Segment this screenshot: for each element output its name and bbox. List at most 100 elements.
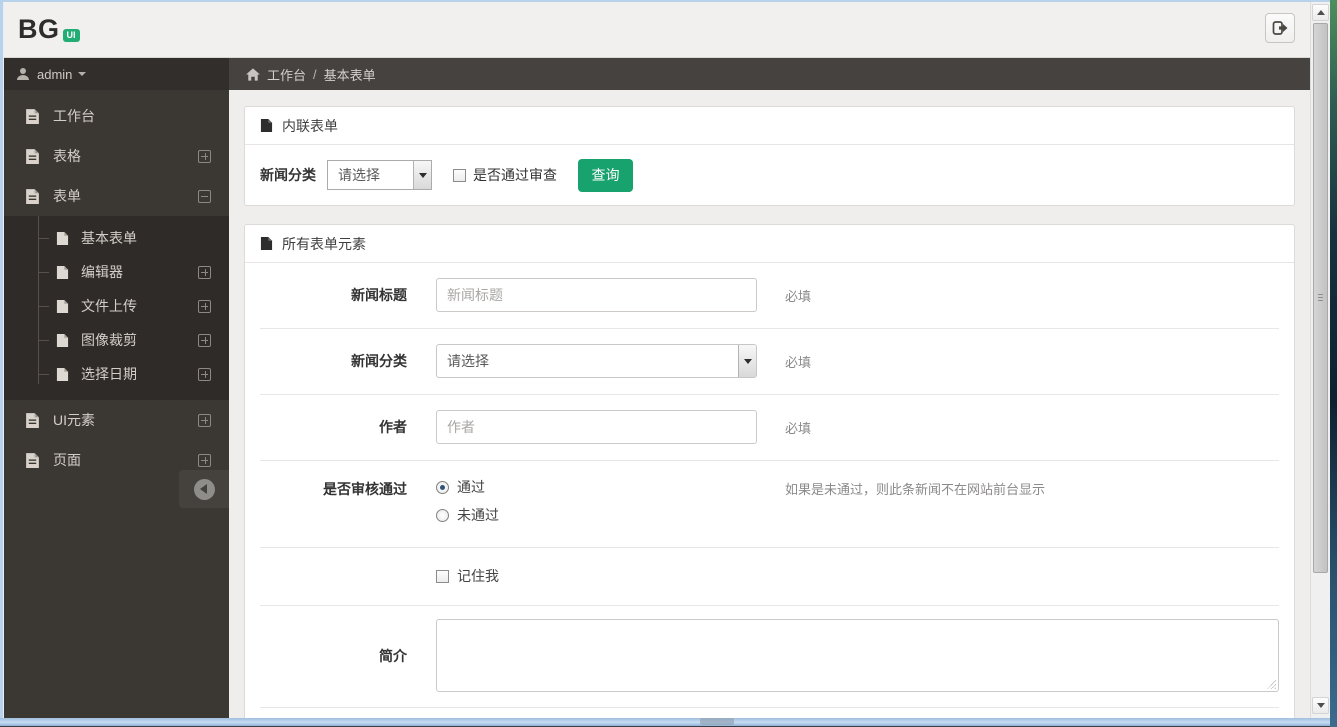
vertical-scrollbar[interactable] bbox=[1310, 2, 1330, 718]
file-icon bbox=[26, 108, 39, 124]
sidebar-subitem-image-crop[interactable]: 图像裁剪 bbox=[4, 323, 229, 357]
logo-ui-badge: UI bbox=[62, 29, 80, 42]
sidebar-subitem-date-picker[interactable]: 选择日期 bbox=[4, 357, 229, 391]
logout-icon bbox=[1272, 21, 1287, 35]
sidebar-item-tables[interactable]: 表格 bbox=[4, 136, 229, 176]
dropdown-arrow-button[interactable] bbox=[413, 161, 431, 189]
intro-label: 简介 bbox=[379, 647, 407, 664]
required-hint: 必填 bbox=[785, 354, 812, 370]
sidebar-submenu-forms: 基本表单 编辑器 文件上传 图像裁剪 选择日期 bbox=[4, 216, 229, 400]
sidebar-subitem-editor[interactable]: 编辑器 bbox=[4, 255, 229, 289]
breadcrumb-current: 基本表单 bbox=[323, 67, 376, 83]
expand-plus-icon[interactable] bbox=[198, 367, 211, 381]
radio-unselected[interactable] bbox=[436, 508, 449, 522]
checkbox[interactable] bbox=[436, 569, 449, 583]
logo-text: BG bbox=[18, 14, 60, 44]
file-icon bbox=[260, 237, 273, 250]
file-icon bbox=[56, 299, 69, 313]
review-note: 如果是未通过，则此条新闻不在网站前台显示 bbox=[785, 482, 1046, 497]
panel-header: 内联表单 bbox=[245, 107, 1294, 145]
file-icon bbox=[26, 412, 39, 428]
file-icon bbox=[56, 265, 69, 279]
news-category-filter-select[interactable]: 请选择 bbox=[327, 160, 432, 190]
checkbox[interactable] bbox=[453, 168, 466, 182]
news-category-label: 新闻分类 bbox=[260, 167, 316, 183]
scrollbar-thumb[interactable] bbox=[1313, 23, 1328, 573]
collapse-minus-icon[interactable] bbox=[198, 189, 211, 203]
expand-plus-icon[interactable] bbox=[198, 265, 211, 279]
expand-plus-icon[interactable] bbox=[198, 413, 211, 427]
resize-grip-icon[interactable] bbox=[1267, 680, 1276, 689]
select-value: 请选择 bbox=[447, 353, 489, 369]
sidebar-collapse-button[interactable] bbox=[179, 470, 229, 508]
logout-button[interactable] bbox=[1265, 13, 1295, 43]
panel-title: 所有表单元素 bbox=[282, 235, 366, 252]
review-radio-group: 通过 未通过 bbox=[436, 477, 757, 525]
file-icon bbox=[26, 188, 39, 204]
triangle-down-icon bbox=[1316, 703, 1325, 708]
sidebar-nav: 工作台 表格 表单 基本表单 编辑器 文件上传 图像裁剪 选择日期 UI元素 页… bbox=[4, 90, 229, 480]
breadcrumb: 工作台 / 基本表单 bbox=[229, 58, 1310, 90]
expand-plus-icon[interactable] bbox=[198, 333, 211, 347]
window-bottom-frame bbox=[0, 718, 1330, 727]
expand-plus-icon[interactable] bbox=[198, 149, 211, 163]
home-icon bbox=[246, 67, 260, 81]
sidebar: admin 工作台 表格 表单 基本表单 编辑器 文件上传 图像裁剪 选择日期 … bbox=[4, 58, 229, 718]
query-button[interactable]: 查询 bbox=[578, 158, 633, 192]
required-hint: 必填 bbox=[785, 288, 812, 304]
breadcrumb-home[interactable]: 工作台 bbox=[267, 65, 306, 84]
form-row-news-category: 新闻分类 请选择 必填 bbox=[245, 329, 1294, 394]
arrow-circle-left-icon bbox=[193, 478, 215, 500]
panel-header: 所有表单元素 bbox=[245, 225, 1294, 263]
radio-option-fail[interactable]: 未通过 bbox=[436, 505, 757, 525]
inline-form-body: 新闻分类 请选择 是否通过审查 查询 bbox=[245, 145, 1294, 205]
sidebar-subitem-file-upload[interactable]: 文件上传 bbox=[4, 289, 229, 323]
chevron-down-icon bbox=[418, 172, 427, 178]
inline-form-panel: 内联表单 新闻分类 请选择 是否通过审查 查询 bbox=[244, 106, 1295, 206]
radio-option-pass[interactable]: 通过 bbox=[436, 477, 757, 497]
news-title-label: 新闻标题 bbox=[351, 287, 407, 303]
divider bbox=[260, 707, 1279, 708]
app-logo: BG UI bbox=[18, 14, 80, 44]
news-title-input[interactable] bbox=[436, 278, 757, 312]
news-category-label: 新闻分类 bbox=[351, 353, 407, 369]
desktop-edge-strip bbox=[1330, 0, 1337, 727]
news-category-select[interactable]: 请选择 bbox=[436, 344, 757, 378]
select-value: 请选择 bbox=[338, 167, 380, 183]
form-row-review-status: 是否审核通过 通过 未通过 如果是未通过，则此条新闻不在网站前台显示 bbox=[245, 461, 1294, 547]
browser-viewport: BG UI admin 工作台 表格 表单 基本表单 编辑器 文件上传 图像裁剪… bbox=[3, 2, 1330, 718]
required-hint: 必填 bbox=[785, 420, 812, 436]
triangle-up-icon bbox=[1316, 10, 1325, 15]
dropdown-arrow-button[interactable] bbox=[738, 345, 756, 377]
form-row-author: 作者 必填 bbox=[245, 395, 1294, 460]
author-input[interactable] bbox=[436, 410, 757, 444]
content-body: 内联表单 新闻分类 请选择 是否通过审查 查询 所有表单元素 新闻标题 新闻标题… bbox=[229, 90, 1310, 718]
intro-textarea[interactable] bbox=[436, 619, 1279, 692]
sidebar-item-forms[interactable]: 表单 bbox=[4, 176, 229, 216]
form-row-remember-me: 记住我 bbox=[245, 548, 1294, 605]
radio-selected[interactable] bbox=[436, 480, 449, 494]
expand-plus-icon[interactable] bbox=[198, 453, 211, 467]
sidebar-item-workbench[interactable]: 工作台 bbox=[4, 96, 229, 136]
panel-title: 内联表单 bbox=[282, 117, 338, 134]
file-icon bbox=[26, 148, 39, 164]
remember-me-checkbox-group[interactable]: 记住我 bbox=[436, 566, 499, 586]
caret-down-icon bbox=[78, 72, 87, 76]
sidebar-subitem-basic-form[interactable]: 基本表单 bbox=[4, 221, 229, 255]
breadcrumb-separator: / bbox=[313, 66, 317, 82]
form-row-news-title: 新闻标题 必填 bbox=[245, 263, 1294, 328]
author-label: 作者 bbox=[379, 419, 407, 435]
top-header-bar: BG UI bbox=[4, 2, 1311, 58]
file-icon bbox=[26, 452, 39, 468]
file-icon bbox=[260, 119, 273, 132]
review-filter-checkbox-group[interactable]: 是否通过审查 bbox=[453, 165, 557, 185]
sidebar-item-ui-elements[interactable]: UI元素 bbox=[4, 400, 229, 440]
scroll-down-button[interactable] bbox=[1312, 697, 1329, 714]
username: admin bbox=[37, 66, 73, 82]
all-form-elements-panel: 所有表单元素 新闻标题 必填 新闻分类 请选择 必填 bbox=[244, 224, 1295, 718]
expand-plus-icon[interactable] bbox=[198, 299, 211, 313]
chevron-down-icon bbox=[743, 358, 752, 364]
scroll-up-button[interactable] bbox=[1312, 4, 1329, 21]
user-menu[interactable]: admin bbox=[4, 58, 229, 90]
file-icon bbox=[56, 231, 69, 245]
